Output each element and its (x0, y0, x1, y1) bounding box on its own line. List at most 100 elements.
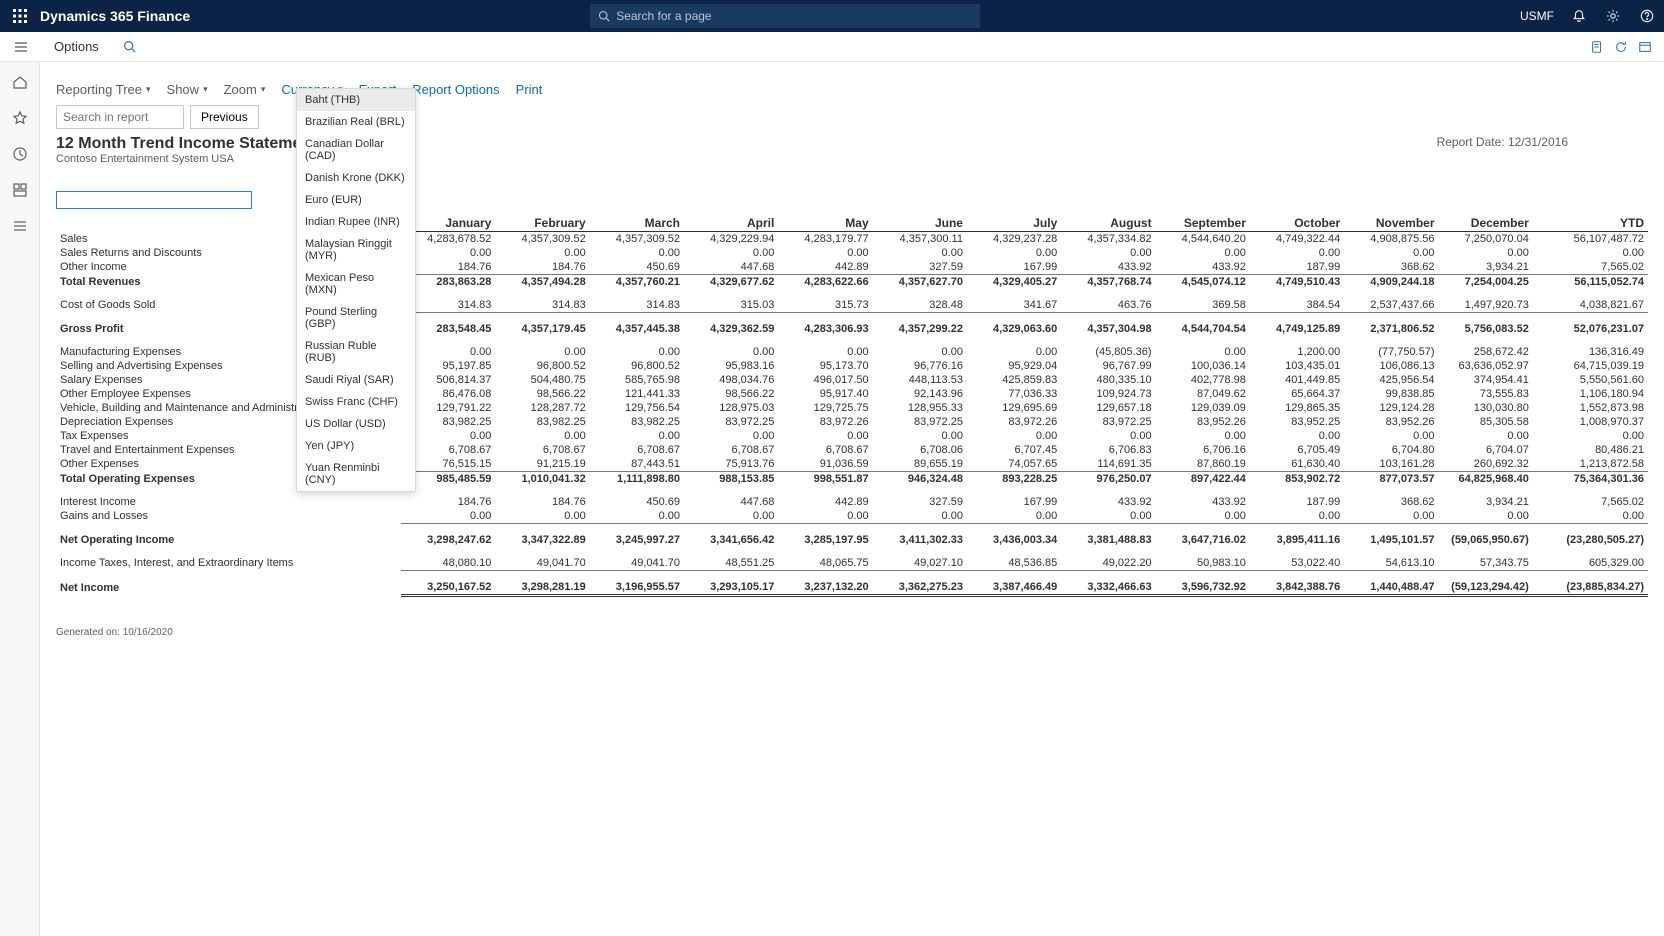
cell-value[interactable]: 3,934.21 (1439, 486, 1533, 509)
cell-value[interactable]: 187.99 (1250, 260, 1344, 275)
cell-value[interactable]: 425,859.83 (967, 373, 1061, 387)
cell-value[interactable]: 7,254,004.25 (1439, 275, 1533, 290)
cell-value[interactable]: 74,057.65 (967, 457, 1061, 472)
cell-value[interactable]: 4,357,627.70 (873, 275, 967, 290)
cell-value[interactable]: 327.59 (873, 486, 967, 509)
cell-value[interactable]: 3,934.21 (1439, 260, 1533, 275)
cell-value[interactable]: 315.73 (778, 289, 872, 313)
cell-value[interactable]: 5,756,083.52 (1439, 313, 1533, 337)
notifications-icon[interactable] (1570, 7, 1588, 25)
cell-value[interactable]: 83,952.26 (1156, 415, 1250, 429)
cell-value[interactable]: 64,825,968.40 (1439, 472, 1533, 487)
cell-value[interactable]: 4,357,309.52 (590, 232, 684, 247)
cell-value[interactable]: 998,551.87 (778, 472, 872, 487)
cell-value[interactable]: 0.00 (401, 509, 495, 524)
cell-value[interactable]: 4,283,306.93 (778, 313, 872, 337)
cell-value[interactable]: 988,153.85 (684, 472, 778, 487)
cell-value[interactable]: 0.00 (495, 246, 589, 260)
cell-value[interactable]: 98,566.22 (495, 387, 589, 401)
cell-value[interactable]: 103,161.28 (1344, 457, 1438, 472)
cell-value[interactable]: 64,715,039.19 (1533, 359, 1648, 373)
cell-value[interactable]: 61,630.40 (1250, 457, 1344, 472)
print-link[interactable]: Print (516, 82, 543, 97)
cell-value[interactable]: 49,027.10 (873, 547, 967, 571)
cell-value[interactable]: 0.00 (1156, 336, 1250, 359)
cell-value[interactable]: 95,173.70 (778, 359, 872, 373)
cell-value[interactable]: 4,545,074.12 (1156, 275, 1250, 290)
cell-value[interactable]: 0.00 (1439, 429, 1533, 443)
cell-value[interactable]: 96,776.16 (873, 359, 967, 373)
cell-value[interactable]: 4,357,179.45 (495, 313, 589, 337)
cell-value[interactable]: 75,364,301.36 (1533, 472, 1648, 487)
cell-value[interactable]: 433.92 (1061, 260, 1155, 275)
cell-value[interactable]: 4,357,445.38 (590, 313, 684, 337)
cell-value[interactable]: 4,749,322.44 (1250, 232, 1344, 247)
cell-value[interactable]: 85,305.58 (1439, 415, 1533, 429)
cell-value[interactable]: 1,552,873.98 (1533, 401, 1648, 415)
cell-value[interactable]: 1,213,872.58 (1533, 457, 1648, 472)
cell-value[interactable]: 7,565.02 (1533, 486, 1648, 509)
cell-value[interactable]: 877,073.57 (1344, 472, 1438, 487)
cell-value[interactable]: 4,909,244.18 (1344, 275, 1438, 290)
cell-value[interactable]: 4,357,300.11 (873, 232, 967, 247)
cell-value[interactable]: (77,750.57) (1344, 336, 1438, 359)
cell-value[interactable]: 6,705.49 (1250, 443, 1344, 457)
cell-value[interactable]: 0.00 (778, 509, 872, 524)
cell-value[interactable]: 6,704.07 (1439, 443, 1533, 457)
cell-value[interactable]: 3,196,955.57 (590, 571, 684, 596)
cell-value[interactable]: 448,113.53 (873, 373, 967, 387)
cell-value[interactable]: 96,767.99 (1061, 359, 1155, 373)
cell-value[interactable]: 433.92 (1156, 260, 1250, 275)
cell-value[interactable]: 384.54 (1250, 289, 1344, 313)
cell-value[interactable]: 425,956.54 (1344, 373, 1438, 387)
cell-value[interactable]: 450.69 (590, 486, 684, 509)
cell-value[interactable]: 3,895,411.16 (1250, 524, 1344, 548)
refresh-icon[interactable] (1614, 40, 1628, 54)
cell-value[interactable]: 260,692.32 (1439, 457, 1533, 472)
cell-value[interactable]: 0.00 (873, 429, 967, 443)
cell-value[interactable]: 3,411,302.33 (873, 524, 967, 548)
cell-value[interactable]: 3,596,732.92 (1156, 571, 1250, 596)
cell-value[interactable]: 897,422.44 (1156, 472, 1250, 487)
cell-value[interactable]: 83,952.25 (1250, 415, 1344, 429)
home-icon[interactable] (12, 74, 28, 90)
cell-value[interactable]: 48,536.85 (967, 547, 1061, 571)
cell-value[interactable]: 48,080.10 (401, 547, 495, 571)
currency-option[interactable]: Canadian Dollar (CAD) (297, 133, 415, 167)
cell-value[interactable]: (45,805.36) (1061, 336, 1155, 359)
cell-value[interactable]: 0.00 (1250, 509, 1344, 524)
cell-value[interactable]: 95,917.40 (778, 387, 872, 401)
cell-value[interactable]: 369.58 (1156, 289, 1250, 313)
cell-value[interactable]: 4,283,179.77 (778, 232, 872, 247)
cell-value[interactable]: 106,086.13 (1344, 359, 1438, 373)
cell-value[interactable]: 89,655.19 (873, 457, 967, 472)
popout-icon[interactable] (1638, 40, 1652, 54)
cell-value[interactable]: 0.00 (778, 246, 872, 260)
cell-value[interactable]: 1,008,970.37 (1533, 415, 1648, 429)
help-icon[interactable] (1638, 7, 1656, 25)
cell-value[interactable]: 893,228.25 (967, 472, 1061, 487)
favorites-icon[interactable] (12, 110, 28, 126)
cell-value[interactable]: 128,955.33 (873, 401, 967, 415)
cell-value[interactable]: 98,566.22 (684, 387, 778, 401)
cell-value[interactable]: 130,030.80 (1439, 401, 1533, 415)
settings-icon[interactable] (1604, 7, 1622, 25)
workspaces-icon[interactable] (12, 182, 28, 198)
cell-value[interactable]: 4,329,677.62 (684, 275, 778, 290)
cell-value[interactable]: 0.00 (590, 246, 684, 260)
cell-value[interactable]: 7,250,070.04 (1439, 232, 1533, 247)
cell-value[interactable]: 0.00 (778, 429, 872, 443)
cell-value[interactable]: 91,036.59 (778, 457, 872, 472)
cell-value[interactable]: 3,842,388.76 (1250, 571, 1344, 596)
cell-value[interactable]: 3,341,656.42 (684, 524, 778, 548)
legal-entity[interactable]: USMF (1520, 9, 1554, 23)
cell-value[interactable]: 0.00 (1439, 509, 1533, 524)
page-search-icon[interactable] (123, 40, 136, 53)
cell-value[interactable]: 0.00 (1533, 429, 1648, 443)
cell-value[interactable]: 0.00 (684, 336, 778, 359)
cell-value[interactable]: 167.99 (967, 260, 1061, 275)
cell-value[interactable]: 0.00 (590, 429, 684, 443)
cell-value[interactable]: 6,706.16 (1156, 443, 1250, 457)
currency-option[interactable]: Indian Rupee (INR) (297, 211, 415, 233)
cell-value[interactable]: 0.00 (684, 246, 778, 260)
